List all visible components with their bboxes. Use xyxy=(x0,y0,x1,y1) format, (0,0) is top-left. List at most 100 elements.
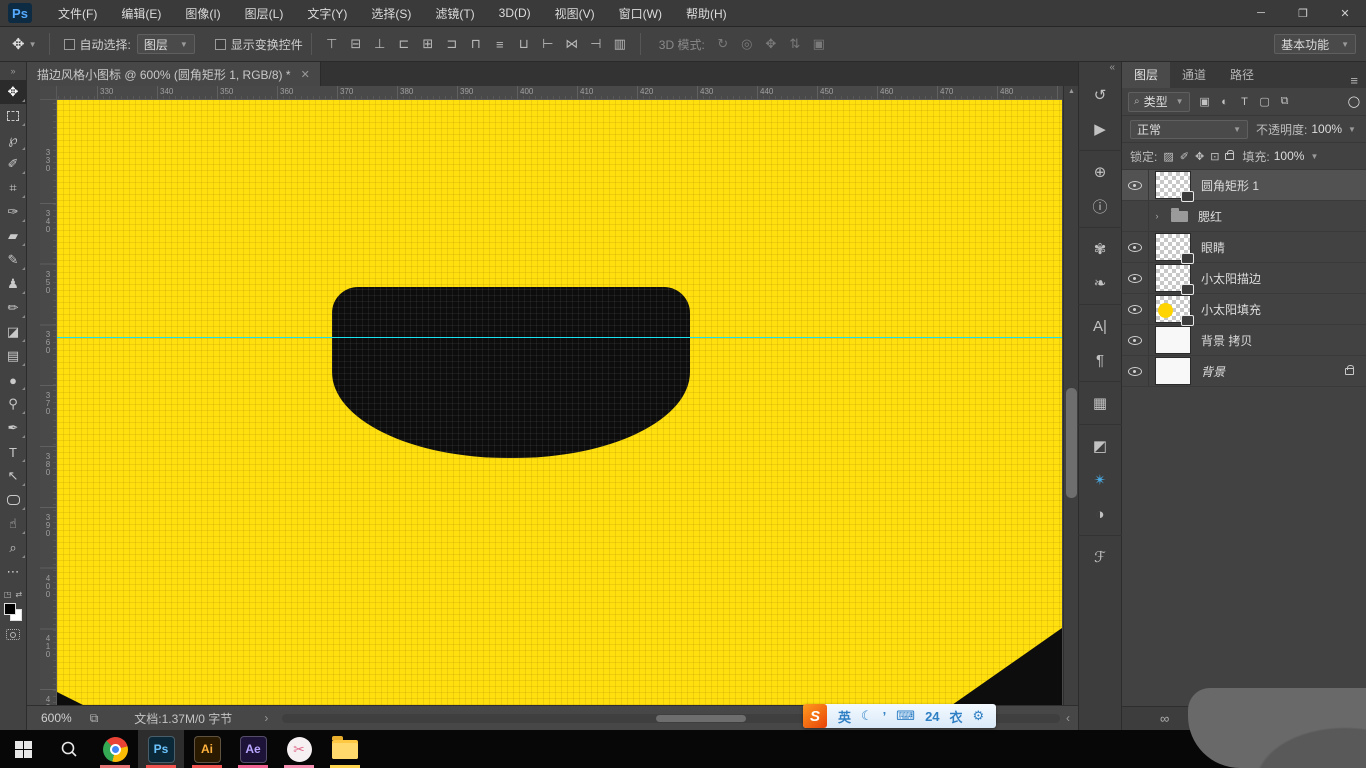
ime-soft-keyboard-icon[interactable]: ⌨ xyxy=(891,708,920,724)
ime-punctuation-icon[interactable]: ’ xyxy=(878,709,892,724)
menu-select[interactable]: 选择(S) xyxy=(359,0,423,26)
move-tool[interactable]: ✥ xyxy=(0,80,27,104)
ime-language-icon[interactable]: 英 xyxy=(833,707,856,726)
ruler-origin-corner[interactable] xyxy=(40,86,57,100)
horizontal-guide[interactable] xyxy=(57,337,1062,338)
libraries-panel-icon[interactable]: ⊕ xyxy=(1083,157,1117,187)
lasso-tool[interactable]: ℘ xyxy=(0,128,27,152)
scroll-up-icon[interactable]: ▲ xyxy=(1064,88,1079,95)
menu-view[interactable]: 视图(V) xyxy=(543,0,607,26)
styles-panel-icon[interactable]: ✴ xyxy=(1083,465,1117,495)
path-selection-tool[interactable]: ↖ xyxy=(0,464,27,488)
show-transform-checkbox[interactable] xyxy=(215,39,226,50)
rectangular-marquee-tool[interactable] xyxy=(0,104,27,128)
history-panel-icon[interactable]: ↺ xyxy=(1083,80,1117,110)
3d-roll-button[interactable]: ◎ xyxy=(736,33,758,55)
distribute-horizontal-centers-button[interactable]: ⋈ xyxy=(561,33,583,55)
align-vertical-centers-button[interactable]: ⊟ xyxy=(345,33,367,55)
spot-healing-brush-tool[interactable]: ▰ xyxy=(0,224,27,248)
lock-transparency-icon[interactable]: ▨ xyxy=(1163,150,1173,163)
pen-tool[interactable]: ✒ xyxy=(0,416,27,440)
after-effects[interactable]: Ae xyxy=(230,730,276,768)
dock-collapse-icon[interactable]: « xyxy=(1109,62,1115,78)
menu-layer[interactable]: 图层(L) xyxy=(233,0,296,26)
filter-shape-layers-icon[interactable]: ▢ xyxy=(1256,93,1274,111)
filter-type-layers-icon[interactable]: T xyxy=(1236,93,1254,111)
zoom-level-field[interactable]: 600% xyxy=(41,711,72,725)
filter-pixel-layers-icon[interactable]: ▣ xyxy=(1196,93,1214,111)
actions-panel-icon[interactable]: ▶ xyxy=(1083,114,1117,144)
rounded-rectangle-tool[interactable] xyxy=(0,488,27,512)
filter-toggle-icon[interactable]: ◯ xyxy=(1348,95,1360,108)
horizontal-scrollbar-thumb[interactable] xyxy=(656,715,746,722)
eyedropper-tool[interactable]: ✑ xyxy=(0,200,27,224)
distribute-vertical-centers-button[interactable]: ≡ xyxy=(489,33,511,55)
close-window-button[interactable]: ✕ xyxy=(1324,0,1366,26)
vertical-scrollbar[interactable]: ▲ ▼ xyxy=(1063,86,1078,717)
sogou-ime-logo[interactable]: S xyxy=(803,704,827,728)
visibility-cell[interactable] xyxy=(1122,294,1149,324)
brushes-panel-icon[interactable]: ✾ xyxy=(1083,234,1117,264)
layer-row[interactable]: 小太阳描边 xyxy=(1122,263,1366,294)
character-panel-icon[interactable]: A| xyxy=(1083,311,1117,341)
edit-toolbar[interactable]: ⋯ xyxy=(0,560,27,584)
foreground-color-swatch[interactable] xyxy=(4,603,16,615)
history-brush-tool[interactable]: ✏ xyxy=(0,296,27,320)
menu-window[interactable]: 窗口(W) xyxy=(607,0,674,26)
filter-adjustment-layers-icon[interactable]: ◐ xyxy=(1216,93,1234,111)
align-top-edges-button[interactable]: ⊤ xyxy=(321,33,343,55)
start-button[interactable] xyxy=(0,730,46,768)
align-right-edges-button[interactable]: ⊐ xyxy=(441,33,463,55)
chrome[interactable] xyxy=(92,730,138,768)
auto-select-checkbox[interactable] xyxy=(64,39,75,50)
scroll-left-icon[interactable]: ‹ xyxy=(1066,711,1070,725)
info-panel-icon[interactable]: ⓘ xyxy=(1083,191,1117,221)
layer-thumbnail[interactable] xyxy=(1155,171,1191,199)
distribute-left-edges-button[interactable]: ⊢ xyxy=(537,33,559,55)
visibility-cell[interactable] xyxy=(1122,201,1149,231)
lock-paint-icon[interactable]: ✐ xyxy=(1180,150,1189,163)
filter-type-dropdown[interactable]: ⌕ 类型 ▼ xyxy=(1128,92,1190,112)
lock-all-icon[interactable] xyxy=(1225,150,1234,163)
3d-drag-button[interactable]: ✥ xyxy=(760,33,782,55)
color-themes-panel-icon[interactable]: ◑ xyxy=(1083,499,1117,529)
snipping-tool[interactable]: ✂ xyxy=(276,730,322,768)
menu-type[interactable]: 文字(Y) xyxy=(295,0,359,26)
tool-preset-caret-icon[interactable]: ▼ xyxy=(29,40,37,49)
clone-stamp-tool[interactable]: ♟ xyxy=(0,272,27,296)
menu-filter[interactable]: 滤镜(T) xyxy=(423,0,486,26)
quick-mask-icon[interactable] xyxy=(6,629,20,640)
auto-select-dropdown[interactable]: 图层 ▼ xyxy=(137,34,195,54)
layer-row[interactable]: 背景 拷贝 xyxy=(1122,325,1366,356)
quick-selection-tool[interactable]: ✐ xyxy=(0,152,27,176)
align-horizontal-centers-button[interactable]: ⊞ xyxy=(417,33,439,55)
blur-tool[interactable]: ● xyxy=(0,368,27,392)
gradient-tool[interactable]: ▤ xyxy=(0,344,27,368)
type-tool[interactable]: T xyxy=(0,440,27,464)
hand-tool[interactable]: ☝ xyxy=(0,512,27,536)
distribute-spacing-button[interactable]: ▥ xyxy=(609,33,631,55)
menu-file[interactable]: 文件(F) xyxy=(46,0,109,26)
eraser-tool[interactable]: ◪ xyxy=(0,320,27,344)
workspace-dropdown[interactable]: 基本功能 ▼ xyxy=(1274,34,1356,54)
close-tab-icon[interactable]: ✕ xyxy=(301,68,310,81)
link-layers-icon[interactable]: ∞ xyxy=(1160,711,1169,726)
document-tab[interactable]: 描边风格小图标 @ 600% (圆角矩形 1, RGB/8) * ✕ xyxy=(27,62,321,86)
rounded-rectangle-shape[interactable] xyxy=(332,287,690,458)
ime-toolbox-icon[interactable]: ⚙ xyxy=(968,708,990,724)
tab-paths[interactable]: 路径 xyxy=(1218,62,1266,88)
lock-position-icon[interactable]: ✥ xyxy=(1195,150,1204,163)
menu-3d[interactable]: 3D(D) xyxy=(487,0,543,26)
status-chevron-icon[interactable]: › xyxy=(264,711,268,725)
file-explorer[interactable] xyxy=(322,730,368,768)
paragraph-panel-icon[interactable]: ¶ xyxy=(1083,345,1117,375)
distribute-right-edges-button[interactable]: ⊣ xyxy=(585,33,607,55)
3d-slide-button[interactable]: ⇅ xyxy=(784,33,806,55)
opacity-dropdown[interactable]: 100% ▼ xyxy=(1311,122,1356,136)
align-bottom-edges-button[interactable]: ⊥ xyxy=(369,33,391,55)
visibility-cell[interactable] xyxy=(1122,356,1149,386)
lock-artboard-icon[interactable]: ⊡ xyxy=(1210,150,1219,163)
adjustments-panel-icon[interactable]: ◩ xyxy=(1083,431,1117,461)
3d-rotate-button[interactable]: ↻ xyxy=(712,33,734,55)
brush-tool[interactable]: ✎ xyxy=(0,248,27,272)
